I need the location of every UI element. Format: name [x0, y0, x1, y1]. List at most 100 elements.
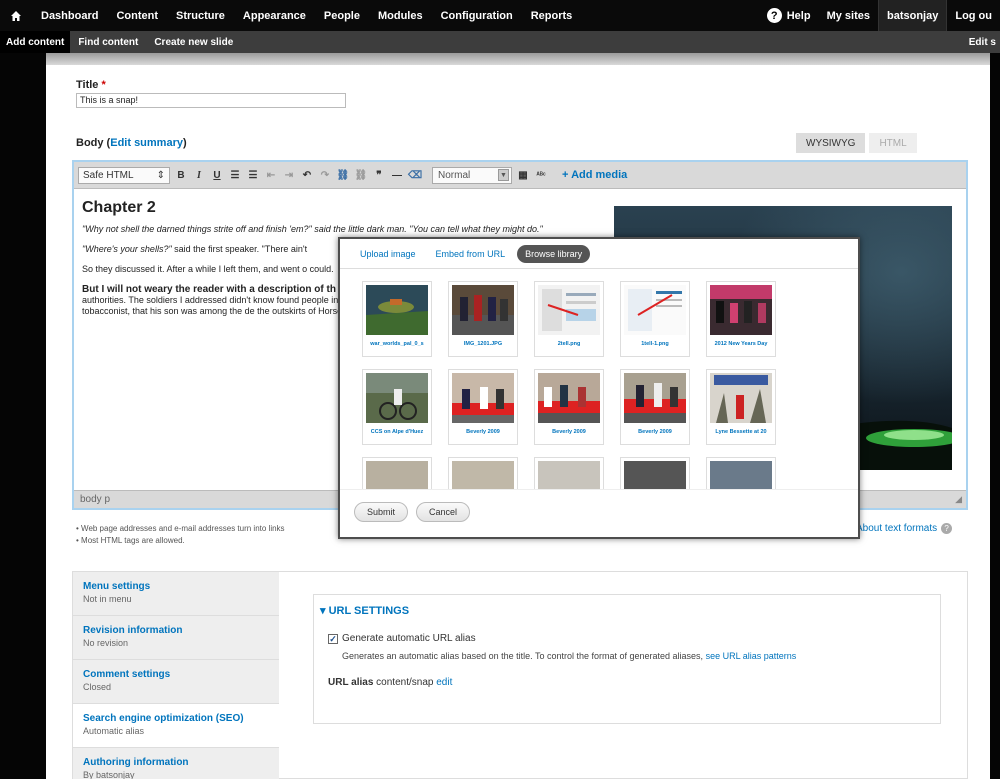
outdent-icon[interactable]: ⇤	[264, 167, 278, 183]
indent-icon[interactable]: ⇥	[282, 167, 296, 183]
url-alias-value: content/snap	[376, 677, 434, 688]
edit-shortcuts-link[interactable]: Edit s	[969, 37, 1000, 48]
menu-item-structure[interactable]: Structure	[167, 10, 234, 22]
my-sites-link[interactable]: My sites	[819, 10, 878, 22]
vtab-title: Authoring information	[83, 757, 189, 768]
media-item-label: IMG_1201.JPG	[463, 341, 503, 347]
about-text-formats-link[interactable]: About text formats ?	[856, 523, 953, 534]
admin-toolbar: Dashboard Content Structure Appearance P…	[0, 0, 1000, 31]
help-link[interactable]: ? Help	[759, 8, 819, 23]
media-browser-tabs: Upload image Embed from URL Browse libra…	[340, 239, 858, 269]
auto-alias-description: Generates an automatic alias based on th…	[342, 651, 797, 661]
media-item[interactable]: 2012 New Years Day	[706, 281, 776, 357]
shortcut-add-content[interactable]: Add content	[0, 31, 71, 53]
media-thumbnail	[624, 285, 686, 335]
media-thumbnail	[538, 285, 600, 335]
media-thumbnail	[366, 373, 428, 423]
numbered-list-icon[interactable]: ☰	[246, 167, 260, 183]
auto-alias-label[interactable]: Generate automatic URL alias	[342, 633, 476, 644]
text-format-select[interactable]: Safe HTML ⇕	[78, 166, 170, 184]
admin-menu: Dashboard Content Structure Appearance P…	[32, 0, 581, 31]
submit-button[interactable]: Submit	[354, 502, 408, 522]
redo-icon[interactable]: ↷	[318, 167, 332, 183]
title-input[interactable]: This is a snap!	[76, 93, 346, 108]
menu-item-reports[interactable]: Reports	[522, 10, 582, 22]
frame-left	[0, 53, 46, 779]
select-arrows-icon: ⇕	[156, 169, 165, 181]
auto-alias-checkbox[interactable]: ✓	[328, 633, 338, 644]
format-tip: Web page addresses and e-mail addresses …	[76, 523, 285, 535]
media-item[interactable]: IMG_1201.JPG	[448, 281, 518, 357]
title-label: Title *	[76, 79, 106, 91]
media-item[interactable]: Beverly 2009	[448, 369, 518, 445]
chapter-heading: Chapter 2	[82, 199, 156, 216]
format-tips: Web page addresses and e-mail addresses …	[76, 523, 285, 547]
vtab-summary: By batsonjay	[83, 770, 135, 779]
media-item[interactable]: 2tell.png	[534, 281, 604, 357]
italic-icon[interactable]: I	[192, 167, 206, 183]
vtab-title: Search engine optimization (SEO)	[83, 713, 244, 724]
vtab-comment-settings[interactable]: Comment settings Closed	[73, 660, 279, 704]
undo-icon[interactable]: ↶	[300, 167, 314, 183]
menu-item-content[interactable]: Content	[107, 10, 167, 22]
home-icon[interactable]	[0, 0, 32, 31]
add-media-button[interactable]: + Add media	[562, 169, 627, 181]
toolbar-user-menu: ? Help My sites batsonjay Log ou	[759, 0, 1000, 31]
table-icon[interactable]: ▦	[516, 167, 530, 183]
tab-wysiwyg[interactable]: WYSIWYG	[796, 133, 866, 153]
cancel-button[interactable]: Cancel	[416, 502, 470, 522]
horizontal-rule-icon[interactable]: —	[390, 167, 404, 183]
shortcut-create-new-slide[interactable]: Create new slide	[146, 31, 241, 53]
media-item-label: CCS on Alpe d'Huez	[370, 429, 424, 435]
vtab-summary: Automatic alias	[83, 726, 145, 736]
help-icon: ?	[941, 523, 953, 534]
vtab-menu-settings[interactable]: Menu settings Not in menu	[73, 572, 279, 616]
menu-item-appearance[interactable]: Appearance	[234, 10, 315, 22]
link-icon[interactable]: ⛓	[336, 167, 350, 183]
media-item[interactable]: Beverly 2009	[534, 369, 604, 445]
url-settings-legend[interactable]: ▾ URL SETTINGS	[320, 604, 409, 617]
media-item[interactable]: Beverly 2009	[620, 369, 690, 445]
url-settings-fieldset: ▾ URL SETTINGS ✓ Generate automatic URL …	[313, 594, 941, 724]
tab-embed-from-url[interactable]: Embed from URL	[428, 245, 514, 263]
spellcheck-icon[interactable]: ᴬᴮᶜ	[534, 167, 548, 183]
vtab-revision-information[interactable]: Revision information No revision	[73, 616, 279, 660]
logout-link[interactable]: Log ou	[947, 10, 1000, 22]
media-item-label: Beverly 2009	[466, 429, 500, 435]
media-item[interactable]: CCS on Alpe d'Huez	[362, 369, 432, 445]
url-alias-patterns-link[interactable]: see URL alias patterns	[706, 651, 797, 661]
bold-icon[interactable]: B	[174, 167, 188, 183]
vtab-seo[interactable]: Search engine optimization (SEO) Automat…	[73, 704, 279, 748]
shortcut-bar: Add content Find content Create new slid…	[0, 31, 1000, 53]
format-tip: Most HTML tags are allowed.	[76, 535, 285, 547]
bullet-list-icon[interactable]: ☰	[228, 167, 242, 183]
menu-item-people[interactable]: People	[315, 10, 369, 22]
media-item[interactable]: war_worlds_pal_0_s	[362, 281, 432, 357]
shortcut-find-content[interactable]: Find content	[70, 31, 146, 53]
vtab-title: Menu settings	[83, 581, 151, 592]
resize-grip-icon[interactable]: ◢	[955, 494, 962, 505]
media-item[interactable]: Lyne Bessette at 20	[706, 369, 776, 445]
media-thumbnail	[710, 285, 772, 335]
menu-item-modules[interactable]: Modules	[369, 10, 432, 22]
vertical-tab-list: Menu settings Not in menu Revision infor…	[73, 572, 279, 779]
vtab-summary: No revision	[83, 638, 129, 648]
url-alias-row: URL alias content/snap edit	[328, 677, 452, 688]
menu-item-configuration[interactable]: Configuration	[432, 10, 522, 22]
edit-summary-link[interactable]: Edit summary	[110, 137, 183, 149]
menu-item-dashboard[interactable]: Dashboard	[32, 10, 107, 22]
tab-browse-library[interactable]: Browse library	[517, 244, 591, 263]
url-alias-edit-link[interactable]: edit	[436, 677, 452, 688]
blockquote-icon[interactable]: ❞	[372, 167, 386, 183]
underline-icon[interactable]: U	[210, 167, 224, 183]
user-account-link[interactable]: batsonjay	[877, 0, 948, 31]
unlink-icon[interactable]: ⛓	[354, 167, 368, 183]
tab-html[interactable]: HTML	[869, 133, 917, 153]
remove-format-icon[interactable]: ⌫	[408, 167, 422, 183]
paragraph: "Why not shell the darned things strite …	[82, 224, 543, 234]
media-thumbnail	[624, 373, 686, 423]
tab-upload-image[interactable]: Upload image	[352, 245, 424, 263]
paragraph-style-select[interactable]: Normal ▼	[432, 166, 512, 184]
media-item[interactable]: 1tell-1.png	[620, 281, 690, 357]
vtab-authoring-information[interactable]: Authoring information By batsonjay	[73, 748, 279, 779]
